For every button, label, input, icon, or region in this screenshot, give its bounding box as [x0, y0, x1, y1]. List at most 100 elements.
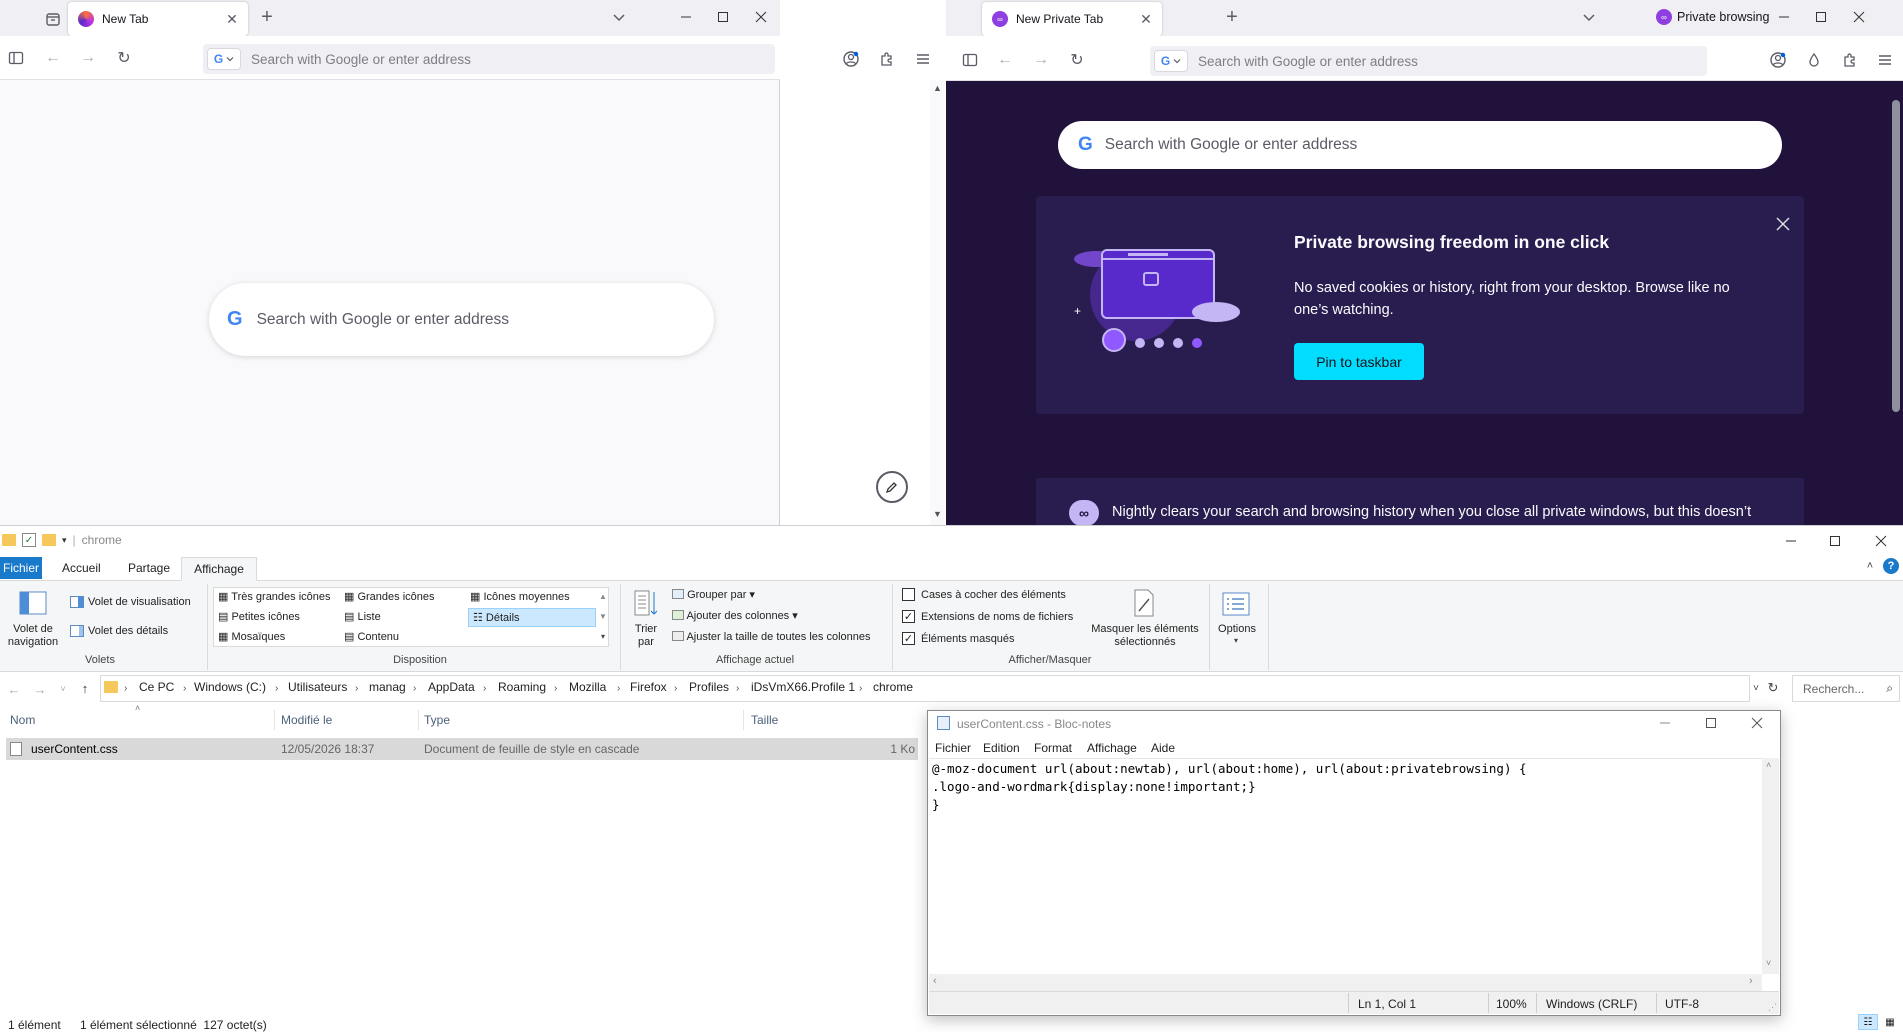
customize-qa-icon[interactable]: ▾ — [62, 535, 67, 546]
pin-to-taskbar-button[interactable]: Pin to taskbar — [1294, 343, 1424, 380]
close-window-icon[interactable] — [748, 4, 774, 30]
help-icon[interactable]: ? — [1883, 558, 1899, 574]
volet-navigation-button[interactable]: Volet de navigation — [4, 623, 62, 649]
ajouter-colonnes-button[interactable]: Ajouter des colonnes ▾ — [672, 609, 798, 622]
details-view-toggle-icon[interactable]: ☷ — [1858, 1014, 1878, 1030]
column-header-type[interactable]: Type — [424, 713, 450, 727]
notepad-menu-aide[interactable]: Aide — [1151, 741, 1175, 755]
column-header-modifie[interactable]: Modifié le — [281, 713, 332, 727]
ribbon-tab-partage[interactable]: Partage — [128, 561, 170, 575]
promo-close-icon[interactable] — [1773, 214, 1793, 234]
layout-content[interactable]: ▤ Contenu — [344, 630, 399, 643]
grouper-par-button[interactable]: Grouper par ▾ — [672, 588, 755, 601]
layout-large-icons[interactable]: ▦ Grandes icônes — [344, 590, 435, 603]
layout-small-icons[interactable]: ▤ Petites icônes — [218, 610, 300, 623]
properties-check-icon[interactable]: ✓ — [22, 533, 36, 547]
forward-icon[interactable]: → — [1030, 49, 1052, 71]
list-tabs-chevron-icon[interactable] — [1578, 6, 1600, 28]
left-scrollbar[interactable]: ▲ ▼ — [930, 80, 945, 525]
layout-medium-icons[interactable]: ▦ Icônes moyennes — [470, 590, 570, 603]
notepad-menu-format[interactable]: Format — [1034, 741, 1072, 755]
private-address-bar[interactable]: G Search with Google or enter address — [1150, 46, 1707, 76]
breadcrumb-utilisateurs[interactable]: Utilisateurs — [288, 680, 347, 694]
firefox-view-icon[interactable] — [42, 8, 64, 30]
extensions-icon[interactable] — [1839, 49, 1861, 71]
scroll-right-arrow-icon[interactable]: › — [1749, 975, 1753, 987]
notepad-close-icon[interactable] — [1744, 713, 1770, 733]
ribbon-collapse-chevron-icon[interactable]: ˄ — [1862, 558, 1878, 574]
scroll-up-arrow-icon[interactable]: ▲ — [933, 83, 942, 93]
ribbon-tab-accueil[interactable]: Accueil — [62, 561, 101, 575]
explorer-maximize-icon[interactable] — [1820, 530, 1850, 552]
options-icon[interactable] — [1222, 591, 1250, 617]
breadcrumb-ce-pc[interactable]: Ce PC — [139, 680, 174, 694]
maximize-icon[interactable] — [710, 4, 736, 30]
reload-icon[interactable]: ↻ — [1066, 49, 1088, 71]
new-folder-icon[interactable] — [42, 534, 56, 546]
left-account-circle-icon[interactable] — [840, 48, 862, 70]
breadcrumb-manag[interactable]: manag — [369, 680, 406, 694]
back-icon[interactable]: ← — [42, 47, 64, 69]
trier-par-button[interactable]: Trier par — [630, 623, 662, 649]
explorer-minimize-icon[interactable] — [1776, 530, 1806, 552]
gallery-scroll-up-icon[interactable]: ▲ — [598, 590, 608, 602]
private-scrollbar[interactable] — [1892, 100, 1900, 412]
private-search-box[interactable]: G Search with Google or enter address — [1058, 121, 1782, 169]
tab-new-private-tab[interactable]: ∞ New Private Tab ✕ — [982, 2, 1162, 36]
layout-details[interactable]: ☷ Détails — [468, 608, 596, 627]
search-engine-google-icon[interactable]: G — [207, 48, 241, 70]
explorer-search-box[interactable]: Recherch... ⌕ — [1792, 675, 1900, 702]
search-engine-google-icon[interactable]: G — [1154, 50, 1188, 72]
large-icons-view-toggle-icon[interactable]: ▦ — [1880, 1014, 1900, 1030]
sidebar-icon[interactable] — [959, 49, 981, 71]
scroll-down-arrow-icon[interactable]: ˅ — [1766, 958, 1771, 968]
nav-back-icon[interactable]: ← — [6, 681, 22, 697]
scroll-up-arrow-icon[interactable]: ˄ — [1766, 760, 1771, 770]
sidebar-icon[interactable] — [5, 47, 27, 69]
nav-forward-icon[interactable]: → — [32, 681, 48, 697]
hide-selected-icon[interactable] — [1131, 588, 1157, 618]
extensions-checkbox[interactable]: ✓ Extensions de noms de fichiers — [902, 610, 1073, 623]
ribbon-tab-affichage[interactable]: Affichage — [181, 557, 257, 581]
ajuster-colonnes-button[interactable]: Ajuster la taille de toutes les colonnes — [672, 631, 871, 643]
masquer-elements-button[interactable]: Masquer les éléments sélectionnés — [1086, 623, 1204, 649]
tab-new-tab[interactable]: New Tab ✕ — [68, 2, 248, 36]
new-tab-plus-icon[interactable]: + — [256, 6, 278, 28]
column-header-nom[interactable]: Nom — [10, 713, 35, 727]
address-breadcrumb-bar[interactable] — [100, 675, 1750, 702]
gallery-scroll-down-icon[interactable]: ▼ — [598, 610, 608, 622]
cases-cocher-checkbox[interactable]: Cases à cocher des éléments — [902, 588, 1066, 601]
left-extensions-icon[interactable] — [876, 48, 898, 70]
nav-up-icon[interactable]: ↑ — [77, 680, 93, 696]
navigation-pane-icon[interactable] — [18, 590, 48, 616]
address-bar[interactable]: G Search with Google or enter address — [203, 44, 775, 74]
reload-icon[interactable]: ↻ — [113, 47, 135, 69]
ribbon-tab-fichier[interactable]: Fichier — [0, 557, 42, 579]
notepad-horizontal-scrollbar[interactable]: ‹ › — [929, 974, 1762, 991]
customize-pencil-icon[interactable] — [876, 471, 908, 503]
notepad-menu-edition[interactable]: Edition — [983, 741, 1020, 755]
explorer-close-icon[interactable] — [1866, 530, 1896, 552]
close-tab-icon[interactable]: ✕ — [1138, 11, 1154, 27]
minimize-icon[interactable] — [1771, 4, 1797, 30]
breadcrumb-windows-c[interactable]: Windows (C:) — [194, 680, 266, 694]
notepad-menu-affichage[interactable]: Affichage — [1087, 741, 1137, 755]
notepad-maximize-icon[interactable] — [1698, 713, 1724, 733]
new-tab-plus-icon[interactable]: + — [1221, 6, 1243, 28]
breadcrumb-appdata[interactable]: AppData — [428, 680, 475, 694]
breadcrumb-chrome[interactable]: chrome — [873, 680, 913, 694]
scroll-left-arrow-icon[interactable]: ‹ — [933, 975, 937, 987]
recent-locations-icon[interactable]: ˅ — [58, 683, 68, 695]
notepad-menu-fichier[interactable]: Fichier — [935, 741, 971, 755]
notepad-minimize-icon[interactable] — [1652, 713, 1678, 733]
breadcrumb-firefox[interactable]: Firefox — [630, 680, 667, 694]
close-tab-icon[interactable]: ✕ — [224, 11, 240, 27]
menu-icon[interactable] — [1874, 49, 1896, 71]
breadcrumb-mozilla[interactable]: Mozilla — [569, 680, 606, 694]
back-icon[interactable]: ← — [994, 49, 1016, 71]
options-dropdown-icon[interactable]: ▾ — [1230, 634, 1242, 646]
forward-icon[interactable]: → — [77, 47, 99, 69]
volet-details-button[interactable]: Volet des détails — [70, 625, 168, 637]
address-dropdown-icon[interactable]: ˅ — [1749, 680, 1763, 696]
maximize-icon[interactable] — [1808, 4, 1834, 30]
